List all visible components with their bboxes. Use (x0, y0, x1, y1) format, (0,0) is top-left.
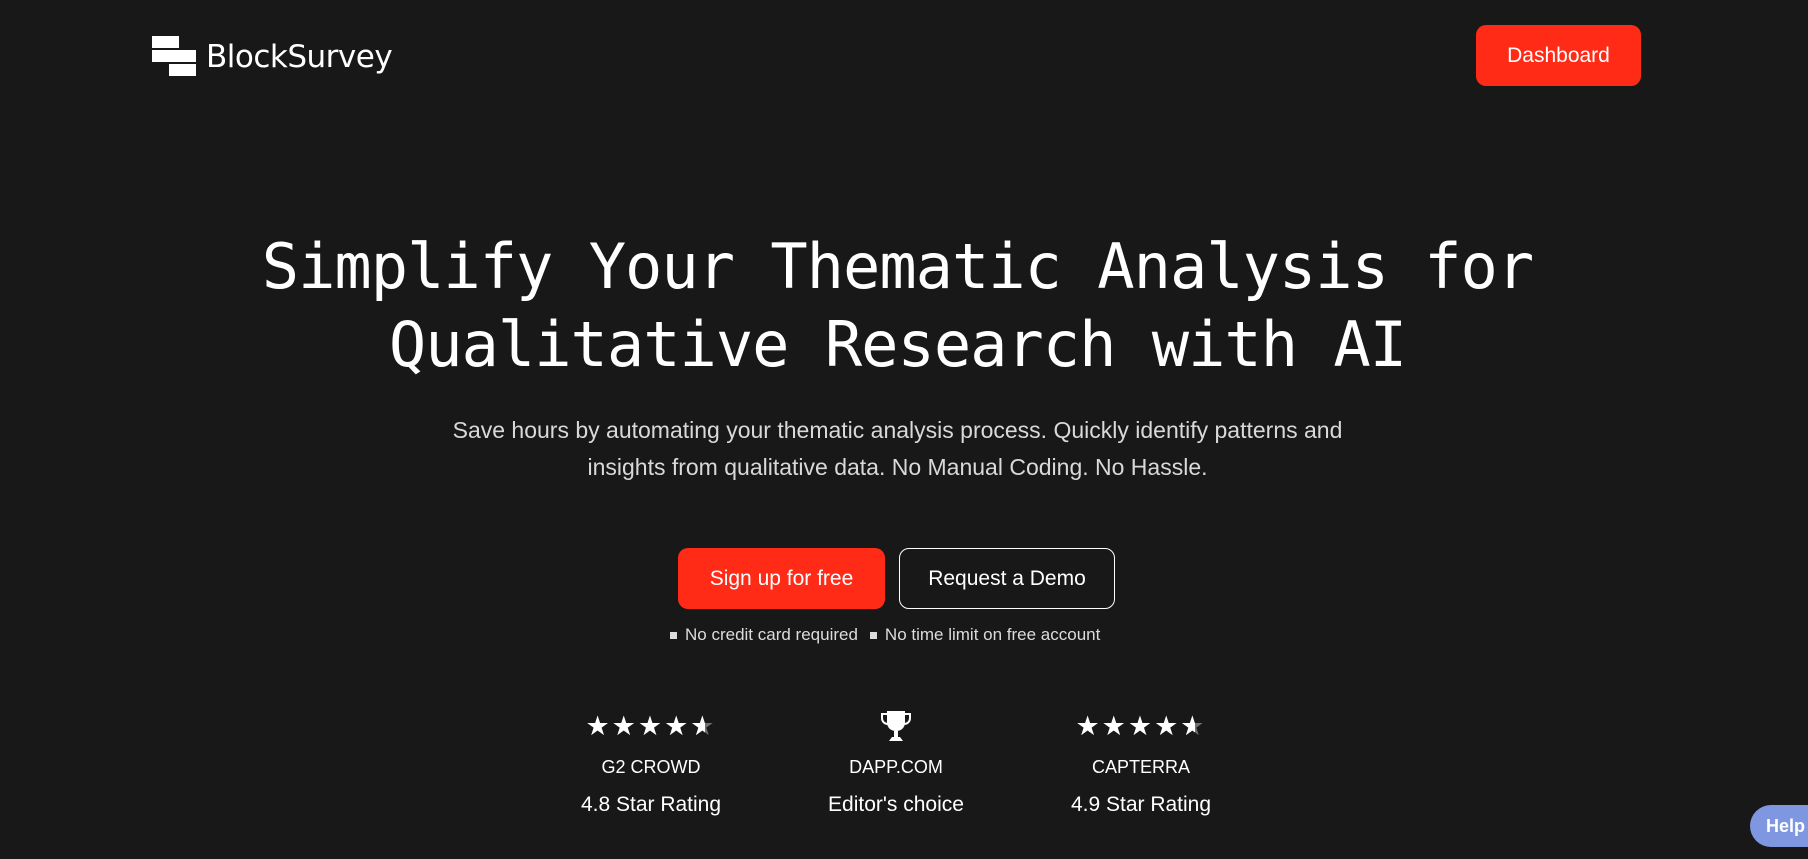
dashboard-button[interactable]: Dashboard (1476, 25, 1641, 86)
blocksurvey-logo-icon (152, 36, 196, 76)
hero-subtitle-line-2: insights from qualitative data. No Manua… (587, 454, 1208, 480)
rating-value: Editor's choice (828, 793, 964, 816)
rating-source: DAPP.COM (849, 757, 943, 777)
stars-icon: ★★★★★ (551, 708, 751, 744)
half-star-icon: ★ (1180, 708, 1206, 744)
hero-title: Simplify Your Thematic Analysis for Qual… (0, 228, 1795, 384)
rating-value: 4.8 Star Rating (580, 793, 722, 816)
rating-value: 4.9 Star Rating (1070, 793, 1212, 816)
note-item: No credit card required (670, 625, 858, 645)
help-button[interactable]: Help (1750, 805, 1808, 847)
rating-g2: ★★★★★ G2 CROWD 4.8 Star Rating (551, 708, 751, 818)
landing-page: BlockSurvey Dashboard Simplify Your Them… (0, 0, 1808, 859)
rating-capterra: ★★★★★ CAPTERRA 4.9 Star Rating (1041, 708, 1241, 818)
hero-subtitle: Save hours by automating your thematic a… (0, 412, 1795, 486)
half-star-icon: ★ (690, 708, 716, 744)
signup-notes: No credit card required No time limit on… (670, 625, 1100, 645)
hero-title-line-2: Qualitative Research with AI (388, 308, 1407, 381)
site-header: BlockSurvey Dashboard (0, 0, 1808, 112)
logo-link[interactable]: BlockSurvey (152, 32, 393, 80)
rating-source: CAPTERRA (1091, 757, 1190, 777)
bullet-icon (670, 631, 677, 639)
request-demo-button[interactable]: Request a Demo (899, 548, 1115, 609)
hero-subtitle-line-1: Save hours by automating your thematic a… (452, 417, 1343, 443)
stars-icon: ★★★★★ (1041, 708, 1241, 744)
trophy-icon (796, 708, 996, 744)
note-text: No credit card required (685, 625, 858, 644)
rating-dapp: DAPP.COM Editor's choice (796, 708, 996, 818)
hero-title-line-1: Simplify Your Thematic Analysis for (261, 230, 1534, 303)
logo-text: BlockSurvey (206, 39, 393, 75)
cta-row: Sign up for free Request a Demo (678, 548, 1115, 609)
note-text: No time limit on free account (884, 625, 1101, 644)
note-item: No time limit on free account (869, 625, 1101, 645)
signup-button[interactable]: Sign up for free (678, 548, 885, 609)
bullet-icon (869, 631, 877, 639)
rating-source: G2 CROWD (601, 757, 701, 777)
